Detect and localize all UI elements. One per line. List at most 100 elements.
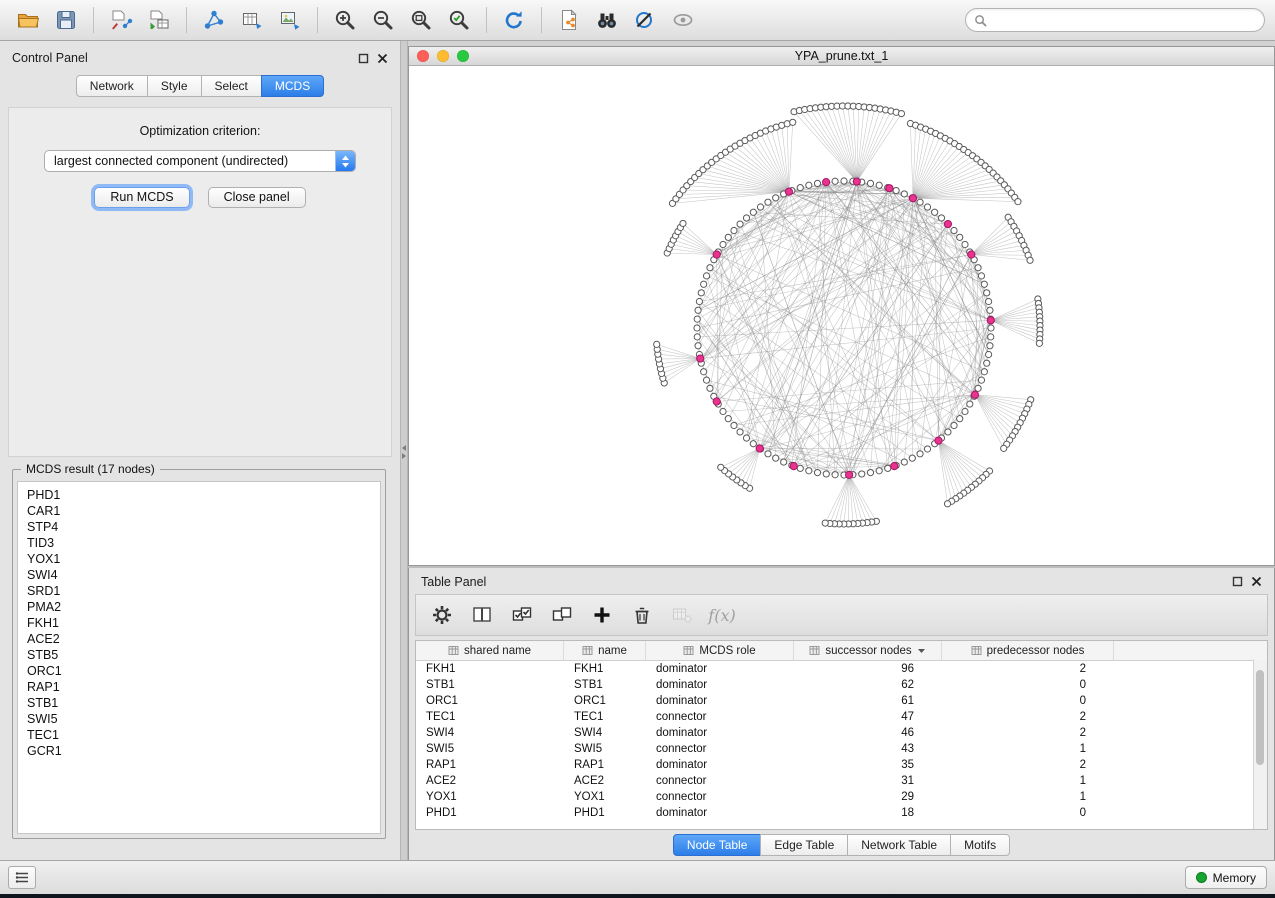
show-graphics-button[interactable]: [665, 5, 701, 35]
network-node[interactable]: [988, 334, 994, 340]
mcds-hub-node[interactable]: [935, 437, 942, 444]
table-row[interactable]: STB1STB1dominator620: [416, 677, 1267, 693]
table-scrollbar[interactable]: [1253, 660, 1267, 829]
mcds-result-item[interactable]: STB1: [27, 695, 380, 711]
network-node[interactable]: [985, 351, 991, 357]
network-node[interactable]: [859, 471, 865, 477]
network-node[interactable]: [944, 501, 950, 507]
close-panel-button[interactable]: Close panel: [208, 187, 306, 208]
search-box[interactable]: [965, 8, 1265, 32]
network-node[interactable]: [707, 385, 713, 391]
network-node[interactable]: [867, 180, 873, 186]
network-node[interactable]: [680, 220, 686, 226]
network-node[interactable]: [797, 465, 803, 471]
column-header-successor-nodes[interactable]: successor nodes: [794, 641, 942, 660]
network-node[interactable]: [988, 325, 994, 331]
mcds-result-item[interactable]: STP4: [27, 519, 380, 535]
network-node[interactable]: [731, 227, 737, 233]
network-node[interactable]: [924, 446, 930, 452]
network-node[interactable]: [720, 408, 726, 414]
close-panel-icon[interactable]: [1251, 576, 1262, 587]
network-node[interactable]: [893, 187, 899, 193]
network-node[interactable]: [718, 464, 724, 470]
mcds-hub-node[interactable]: [697, 355, 704, 362]
mcds-hub-node[interactable]: [756, 445, 763, 452]
network-node[interactable]: [938, 215, 944, 221]
gear-button[interactable]: [426, 600, 458, 630]
export-image-button[interactable]: [272, 5, 308, 35]
network-node[interactable]: [757, 204, 763, 210]
network-node[interactable]: [975, 385, 981, 391]
network-node[interactable]: [750, 209, 756, 215]
float-panel-icon[interactable]: [358, 53, 369, 64]
import-network-from-file-button[interactable]: [103, 5, 139, 35]
table-row[interactable]: RAP1RAP1dominator352: [416, 757, 1267, 773]
network-node[interactable]: [901, 191, 907, 197]
network-node[interactable]: [781, 459, 787, 465]
zoom-fit-button[interactable]: [403, 5, 439, 35]
zoom-in-button[interactable]: [327, 5, 363, 35]
close-window-icon[interactable]: [417, 50, 429, 62]
network-node[interactable]: [765, 199, 771, 205]
mcds-result-item[interactable]: TEC1: [27, 727, 380, 743]
new-table-button[interactable]: [234, 5, 270, 35]
network-node[interactable]: [1027, 257, 1033, 263]
memory-button[interactable]: Memory: [1185, 866, 1267, 889]
network-node[interactable]: [987, 343, 993, 349]
network-node[interactable]: [694, 316, 700, 322]
column-header-MCDS-role[interactable]: MCDS role: [646, 641, 794, 660]
hide-details-button[interactable]: [627, 5, 663, 35]
table-row[interactable]: PHD1PHD1dominator180: [416, 805, 1267, 821]
network-node[interactable]: [797, 185, 803, 191]
refresh-button[interactable]: [496, 5, 532, 35]
network-node[interactable]: [696, 298, 702, 304]
mcds-hub-node[interactable]: [968, 251, 975, 258]
tab-edge-table[interactable]: Edge Table: [760, 834, 848, 856]
mcds-result-item[interactable]: SWI5: [27, 711, 380, 727]
panel-menu-button[interactable]: [8, 866, 36, 889]
network-node[interactable]: [945, 429, 951, 435]
mcds-result-item[interactable]: ORC1: [27, 663, 380, 679]
network-node[interactable]: [725, 416, 731, 422]
tab-network-table[interactable]: Network Table: [847, 834, 951, 856]
mcds-result-item[interactable]: YOX1: [27, 551, 380, 567]
mcds-result-item[interactable]: SWI4: [27, 567, 380, 583]
network-node[interactable]: [978, 377, 984, 383]
mcds-result-item[interactable]: RAP1: [27, 679, 380, 695]
add-button[interactable]: [586, 600, 618, 630]
mcds-result-item[interactable]: FKH1: [27, 615, 380, 631]
import-table-from-file-button[interactable]: [141, 5, 177, 35]
network-node[interactable]: [698, 290, 704, 296]
network-node[interactable]: [975, 265, 981, 271]
network-node[interactable]: [957, 234, 963, 240]
network-node[interactable]: [822, 520, 828, 526]
network-node[interactable]: [773, 455, 779, 461]
network-node[interactable]: [703, 273, 709, 279]
network-node[interactable]: [984, 290, 990, 296]
save-button[interactable]: [48, 5, 84, 35]
network-node[interactable]: [750, 441, 756, 447]
zoom-selected-button[interactable]: [441, 5, 477, 35]
mcds-result-item[interactable]: TID3: [27, 535, 380, 551]
network-node[interactable]: [806, 468, 812, 474]
run-mcds-button[interactable]: Run MCDS: [94, 187, 189, 208]
delete-button[interactable]: [626, 600, 658, 630]
network-node[interactable]: [957, 416, 963, 422]
mcds-hub-node[interactable]: [846, 471, 853, 478]
column-header-name[interactable]: name: [564, 641, 646, 660]
mcds-hub-node[interactable]: [909, 195, 916, 202]
network-node[interactable]: [832, 472, 838, 478]
table-row[interactable]: YOX1YOX1connector291: [416, 789, 1267, 805]
column-header-predecessor-nodes[interactable]: predecessor nodes: [942, 641, 1114, 660]
network-node[interactable]: [725, 234, 731, 240]
tab-network[interactable]: Network: [76, 75, 148, 97]
network-node[interactable]: [841, 178, 847, 184]
open-folder-button[interactable]: [10, 5, 46, 35]
network-node[interactable]: [773, 195, 779, 201]
network-node[interactable]: [951, 422, 957, 428]
mcds-result-item[interactable]: ACE2: [27, 631, 380, 647]
network-node[interactable]: [694, 325, 700, 331]
network-node[interactable]: [832, 178, 838, 184]
network-node[interactable]: [743, 435, 749, 441]
network-node[interactable]: [1015, 199, 1021, 205]
